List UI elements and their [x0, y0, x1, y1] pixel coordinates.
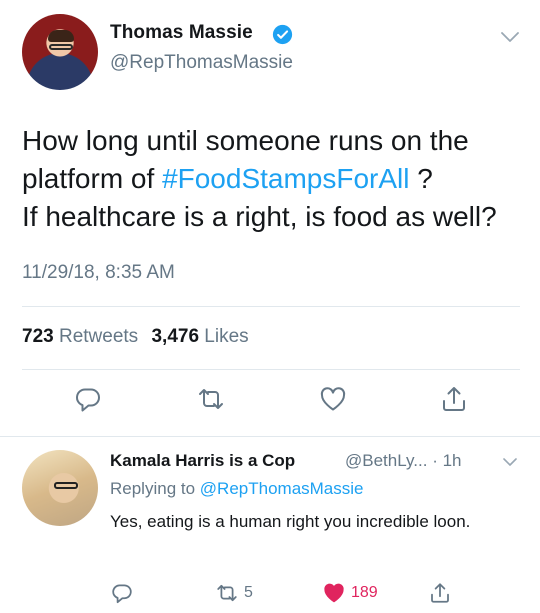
reply-time[interactable]: · 1h	[432, 451, 461, 470]
reply-like-count: 189	[351, 584, 378, 601]
retweets-count[interactable]: 723	[22, 326, 54, 347]
reply-like-button[interactable]: 189	[322, 580, 378, 606]
tweet-text-suffix: ?	[409, 163, 433, 194]
tweet-text: How long until someone runs on the platf…	[22, 122, 522, 236]
avatar-glasses	[54, 482, 78, 489]
retweets-label[interactable]: Retweets	[59, 326, 138, 347]
chevron-down-icon[interactable]	[500, 30, 520, 44]
likes-count[interactable]: 3,476	[151, 326, 199, 347]
verified-badge-icon	[272, 24, 293, 45]
share-icon	[431, 583, 449, 603]
avatar-glasses	[49, 44, 73, 50]
retweet-icon	[217, 584, 237, 602]
author-avatar[interactable]	[22, 14, 98, 90]
tweet-stats: 723 Retweets 3,476 Likes	[22, 326, 249, 348]
replying-to-mention[interactable]: @RepThomasMassie	[200, 479, 364, 498]
likes-label[interactable]: Likes	[204, 326, 248, 347]
tweet-text-prefix: platform of	[22, 163, 163, 194]
tweet-timestamp[interactable]: 11/29/18, 8:35 AM	[22, 262, 175, 284]
reply-icon	[112, 584, 132, 604]
reply-actions: 5 189	[0, 580, 540, 606]
retweet-icon[interactable]	[196, 384, 226, 414]
reply-retweet-button[interactable]: 5	[215, 580, 253, 606]
tweet-text-line-3: If healthcare is a right, is food as wel…	[22, 201, 497, 232]
like-icon[interactable]	[318, 384, 348, 414]
reply-icon[interactable]	[73, 384, 103, 414]
reply-reply-button[interactable]	[110, 580, 134, 606]
avatar-hair	[48, 30, 74, 42]
reply-retweet-count: 5	[244, 584, 253, 601]
divider	[22, 369, 520, 370]
tweet-text-line-1: How long until someone runs on the	[22, 125, 469, 156]
author-handle[interactable]: @RepThomasMassie	[110, 52, 293, 74]
reply-author-avatar[interactable]	[22, 450, 98, 526]
tweet-actions	[0, 384, 540, 420]
replying-to: Replying to @RepThomasMassie	[110, 479, 364, 499]
author-name[interactable]: Thomas Massie	[110, 22, 253, 44]
main-tweet: Thomas Massie @RepThomasMassie How long …	[0, 0, 540, 436]
tweet-text-line-2: platform of #FoodStampsForAll ?	[22, 160, 522, 198]
reply-author-handle[interactable]: @BethLy...	[345, 451, 427, 470]
reply-meta: @BethLy... · 1h	[345, 451, 462, 471]
replying-to-label: Replying to	[110, 479, 196, 498]
reply-tweet[interactable]: Kamala Harris is a Cop @BethLy... · 1h R…	[0, 437, 540, 613]
like-filled-icon	[324, 583, 344, 603]
divider	[22, 306, 520, 307]
share-icon[interactable]	[439, 384, 469, 414]
reply-share-button[interactable]	[428, 580, 452, 606]
hashtag-link[interactable]: #FoodStampsForAll	[162, 163, 409, 194]
chevron-down-icon[interactable]	[502, 456, 518, 468]
reply-author-name[interactable]: Kamala Harris is a Cop	[110, 451, 295, 471]
reply-text: Yes, eating is a human right you incredi…	[110, 512, 471, 531]
